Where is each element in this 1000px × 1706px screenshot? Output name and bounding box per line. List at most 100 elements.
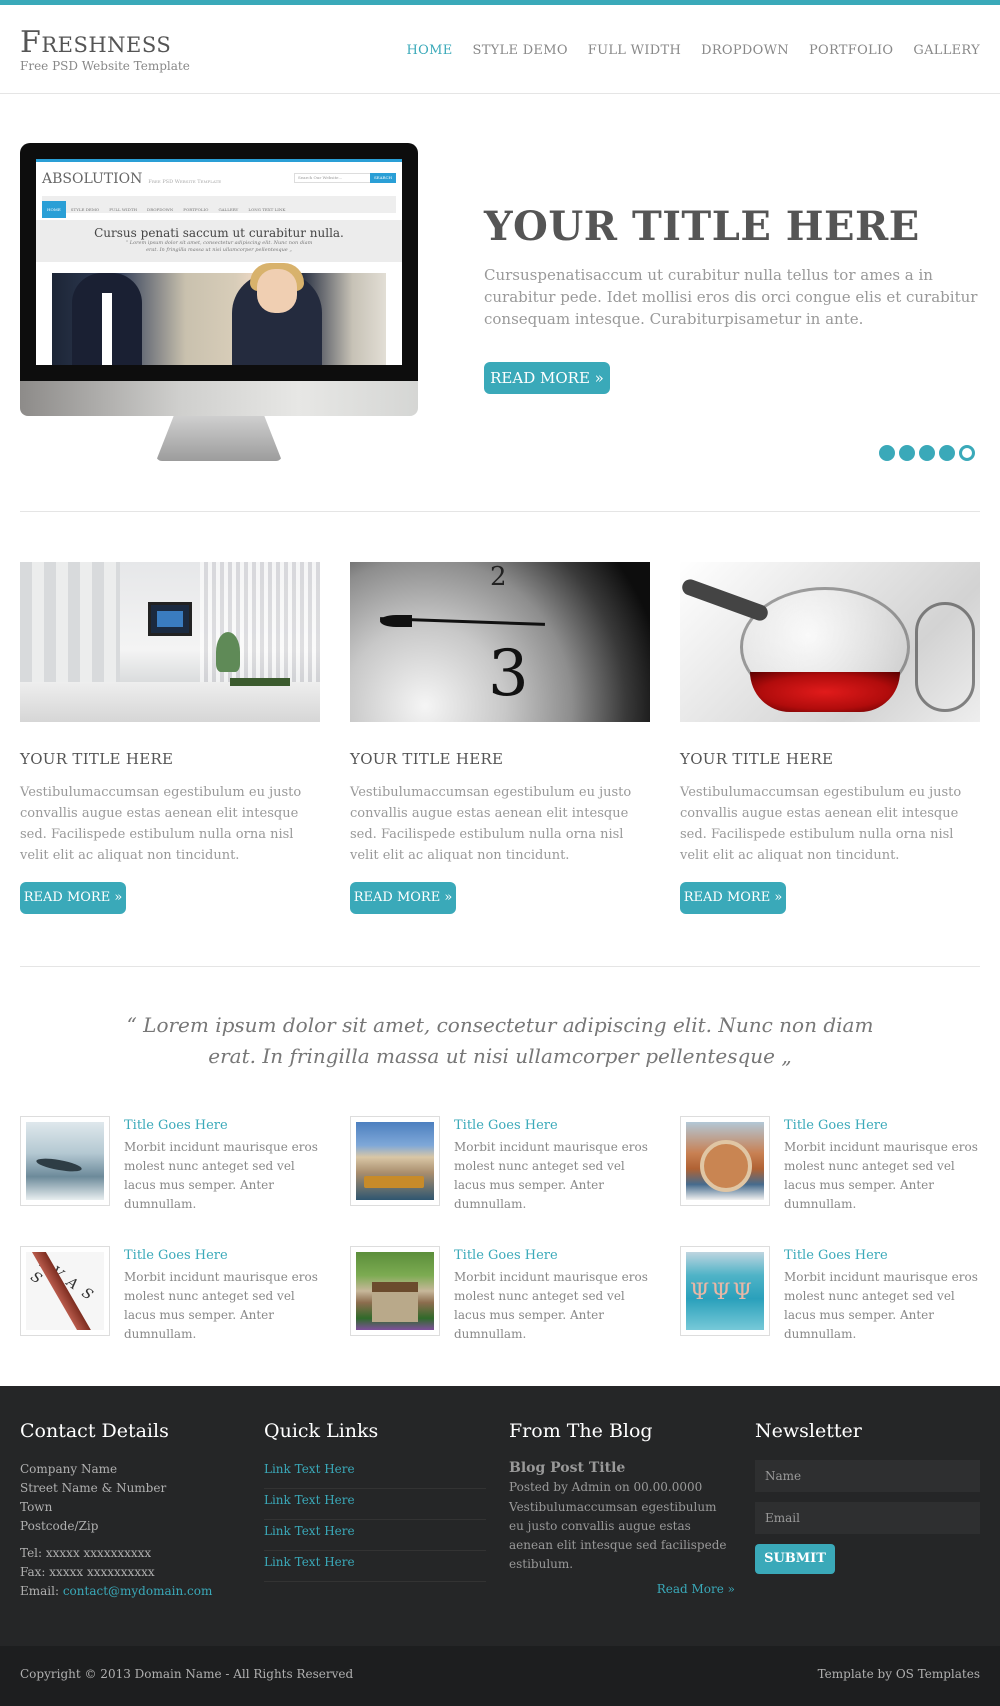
footer-contact-details: Contact Details Company Name Street Name… — [20, 1420, 240, 1601]
blog-post-excerpt: Vestibulumaccumsan egestibulum eu justo … — [509, 1500, 727, 1571]
item-text: Morbit incidunt maurisque eros molest nu… — [784, 1140, 978, 1211]
footer-quick-links: Quick Links Link Text Here Link Text Her… — [264, 1420, 486, 1582]
item-thumbnail[interactable] — [20, 1116, 110, 1206]
hero-read-more-button[interactable]: READ MORE » — [484, 362, 610, 394]
item-title-link[interactable]: Title Goes Here — [124, 1248, 228, 1263]
footer-heading: From The Blog — [509, 1420, 653, 1442]
nav-portfolio[interactable]: PORTFOLIO — [809, 43, 893, 58]
contact-fax: Fax: xxxxx xxxxxxxxxx — [20, 1565, 155, 1579]
item-title-link[interactable]: Title Goes Here — [454, 1118, 558, 1133]
contact-email-row: Email: contact@mydomain.com — [20, 1584, 213, 1598]
nav-full-width[interactable]: FULL WIDTH — [588, 43, 681, 58]
item-thumbnail[interactable] — [20, 1246, 110, 1336]
contact-company: Company Name — [20, 1462, 118, 1476]
feature-image-clock[interactable]: 23 — [350, 562, 650, 722]
contact-street: Street Name & Number — [20, 1481, 167, 1495]
blog-read-more-link[interactable]: Read More » — [509, 1582, 735, 1596]
main-nav: HOME STYLE DEMO FULL WIDTH DROPDOWN PORT… — [386, 43, 980, 58]
list-item: Title Goes Here Morbit incidunt maurisqu… — [350, 1246, 650, 1341]
slider-dot-1[interactable] — [879, 445, 895, 461]
feature-read-more-button[interactable]: READ MORE » — [350, 882, 456, 914]
quick-link[interactable]: Link Text Here — [264, 1555, 355, 1569]
list-item: Title Goes Here Morbit incidunt maurisqu… — [20, 1116, 320, 1211]
nav-dropdown[interactable]: DROPDOWN — [701, 43, 789, 58]
item-thumbnail[interactable] — [680, 1246, 770, 1336]
nav-gallery[interactable]: GALLERY — [913, 43, 980, 58]
screen-nav: HOME STYLE DEMO FULL WIDTH DROPDOWN PORTFOLI… — [42, 196, 396, 218]
item-text: Morbit incidunt maurisque eros molest nu… — [454, 1140, 648, 1211]
feature-image-room[interactable] — [20, 562, 320, 722]
feature-title: YOUR TITLE HERE — [350, 750, 504, 768]
item-title-link[interactable]: Title Goes Here — [454, 1248, 558, 1263]
footer-newsletter: Newsletter Name Email SUBMIT — [755, 1420, 980, 1574]
nav-style-demo[interactable]: STYLE DEMO — [472, 43, 567, 58]
list-item: Title Goes Here Morbit incidunt maurisqu… — [350, 1116, 650, 1211]
feature-card: YOUR TITLE HERE Vestibulumaccumsan egest… — [680, 562, 980, 914]
copyright-bar: Copyright © 2013 Domain Name - All Right… — [0, 1646, 1000, 1706]
quick-link[interactable]: Link Text Here — [264, 1493, 355, 1507]
contact-postcode: Postcode/Zip — [20, 1519, 99, 1533]
divider — [20, 511, 980, 512]
contact-tel: Tel: xxxxx xxxxxxxxxx — [20, 1546, 152, 1560]
hero-monitor-image: ABSOLUTION Free PSD Website Template Sear… — [20, 143, 418, 461]
slider-dot-3[interactable] — [919, 445, 935, 461]
feature-read-more-button[interactable]: READ MORE » — [20, 882, 126, 914]
item-title-link[interactable]: Title Goes Here — [784, 1248, 888, 1263]
hero-title: YOUR TITLE HERE — [484, 203, 920, 250]
testimonial-quote: “ Lorem ipsum dolor sit amet, consectetu… — [126, 1013, 874, 1068]
template-credit: Template by OS Templates — [817, 1667, 980, 1681]
list-item: Title Goes Here Morbit incidunt maurisqu… — [680, 1246, 980, 1341]
item-text: Morbit incidunt maurisque eros molest nu… — [784, 1270, 978, 1341]
list-item: Title Goes Here Morbit incidunt maurisqu… — [20, 1246, 320, 1341]
contact-email-link[interactable]: contact@mydomain.com — [63, 1584, 213, 1598]
feature-image-teapot[interactable] — [680, 562, 980, 722]
logo-tagline: Free PSD Website Template — [20, 59, 190, 73]
feature-title: YOUR TITLE HERE — [20, 750, 174, 768]
screen-banner: Cursus penati saccum ut curabitur nulla.… — [36, 220, 402, 262]
slider-dot-4[interactable] — [939, 445, 955, 461]
item-thumbnail[interactable] — [680, 1116, 770, 1206]
hero-text: Cursuspenatisaccum ut curabitur nulla te… — [484, 266, 978, 328]
feature-card: 23 YOUR TITLE HERE Vestibulumaccumsan eg… — [350, 562, 650, 914]
item-thumbnail[interactable] — [350, 1246, 440, 1336]
contact-town: Town — [20, 1500, 53, 1514]
site-logo[interactable]: Freshness Free PSD Website Template — [20, 25, 190, 74]
slider-dot-5-active[interactable] — [959, 445, 975, 461]
footer-heading: Contact Details — [20, 1420, 169, 1442]
screen-search: Search Our Website... SEARCH — [294, 173, 396, 183]
item-text: Morbit incidunt maurisque eros molest nu… — [124, 1140, 318, 1211]
monitor-chin — [20, 381, 418, 416]
list-item: Title Goes Here Morbit incidunt maurisqu… — [680, 1116, 980, 1211]
nav-home[interactable]: HOME — [406, 43, 452, 58]
item-text: Morbit incidunt maurisque eros molest nu… — [124, 1270, 318, 1341]
blog-post-title[interactable]: Blog Post Title — [509, 1460, 735, 1476]
footer-blog: From The Blog Blog Post Title Posted by … — [509, 1420, 735, 1596]
site-footer: Contact Details Company Name Street Name… — [0, 1386, 1000, 1646]
feature-text: Vestibulumaccumsan egestibulum eu justo … — [20, 785, 302, 863]
item-thumbnail[interactable] — [350, 1116, 440, 1206]
blog-post-meta: Posted by Admin on 00.00.0000 — [509, 1480, 703, 1494]
slider-dot-2[interactable] — [899, 445, 915, 461]
item-title-link[interactable]: Title Goes Here — [124, 1118, 228, 1133]
monitor-screen: ABSOLUTION Free PSD Website Template Sear… — [36, 159, 402, 365]
feature-text: Vestibulumaccumsan egestibulum eu justo … — [350, 785, 632, 863]
quick-link[interactable]: Link Text Here — [264, 1524, 355, 1538]
screen-photo — [52, 263, 386, 365]
newsletter-submit-button[interactable]: SUBMIT — [755, 1544, 835, 1574]
feature-card: YOUR TITLE HERE Vestibulumaccumsan egest… — [20, 562, 320, 914]
slider-pagination — [879, 445, 975, 461]
feature-read-more-button[interactable]: READ MORE » — [680, 882, 786, 914]
monitor-stand — [156, 416, 282, 461]
copyright-text: Copyright © 2013 Domain Name - All Right… — [20, 1667, 354, 1681]
footer-heading: Quick Links — [264, 1420, 379, 1442]
newsletter-email-input[interactable]: Email — [755, 1502, 980, 1534]
feature-title: YOUR TITLE HERE — [680, 750, 834, 768]
logo-title: Freshness — [20, 25, 172, 60]
item-title-link[interactable]: Title Goes Here — [784, 1118, 888, 1133]
feature-text: Vestibulumaccumsan egestibulum eu justo … — [680, 785, 962, 863]
newsletter-name-input[interactable]: Name — [755, 1460, 980, 1492]
quick-link[interactable]: Link Text Here — [264, 1462, 355, 1476]
divider — [20, 966, 980, 967]
footer-heading: Newsletter — [755, 1420, 862, 1442]
screen-logo: ABSOLUTION Free PSD Website Template — [42, 171, 222, 187]
